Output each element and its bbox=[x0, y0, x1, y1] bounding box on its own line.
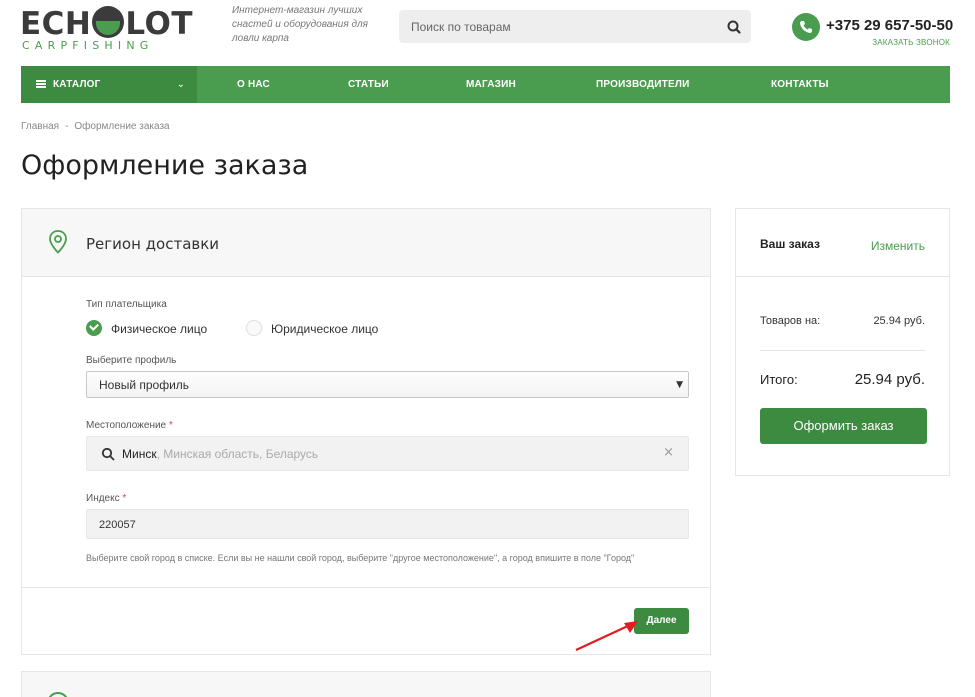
location-field[interactable]: Минск, Минская область, Беларусь × bbox=[86, 436, 689, 471]
next-section-header[interactable] bbox=[21, 671, 711, 697]
page-title: Оформление заказа bbox=[21, 150, 309, 181]
nav-item-manufacturers[interactable]: ПРОИЗВОДИТЕЛИ bbox=[596, 78, 689, 91]
index-field[interactable]: 220057 bbox=[86, 509, 689, 539]
order-summary: Ваш заказ Изменить Товаров на: 25.94 руб… bbox=[735, 208, 950, 476]
red-arrow-annotation bbox=[575, 621, 638, 651]
required-mark: * bbox=[122, 493, 127, 504]
main-nav: КАТАЛОГ ⌄ О НАС СТАТЬИ МАГАЗИН ПРОИЗВОДИ… bbox=[21, 66, 950, 103]
location-hint: Выберите свой город в списке. Если вы не… bbox=[86, 553, 635, 563]
nav-item-contacts[interactable]: КОНТАКТЫ bbox=[771, 78, 829, 91]
radio-individual-label[interactable]: Физическое лицо bbox=[111, 322, 207, 336]
section-title: Регион доставки bbox=[86, 235, 220, 253]
nav-catalog[interactable]: КАТАЛОГ ⌄ bbox=[21, 66, 197, 103]
total-label: Итого: bbox=[760, 372, 798, 387]
profile-select-value: Новый профиль bbox=[99, 378, 190, 392]
goods-value: 25.94 руб. bbox=[873, 315, 925, 327]
divider bbox=[736, 276, 949, 277]
search-input[interactable] bbox=[411, 10, 711, 43]
chevron-down-icon: ⌄ bbox=[176, 79, 185, 90]
required-mark: * bbox=[168, 420, 173, 431]
menu-icon bbox=[36, 80, 46, 88]
callback-link[interactable]: ЗАКАЗАТЬ ЗВОНОК bbox=[872, 38, 950, 48]
phone-icon bbox=[792, 13, 820, 41]
checkout-button[interactable]: Оформить заказ bbox=[760, 408, 927, 444]
index-value: 220057 bbox=[99, 519, 136, 531]
section-header[interactable]: Регион доставки bbox=[22, 209, 710, 277]
logo-wordmark: ECH LOT bbox=[20, 6, 194, 42]
search-icon bbox=[727, 20, 741, 34]
logo-subtext: CARPFISHING bbox=[22, 39, 154, 52]
nav-item-articles[interactable]: СТАТЬИ bbox=[348, 78, 389, 91]
goods-label: Товаров на: bbox=[760, 315, 821, 327]
total-value: 25.94 руб. bbox=[854, 371, 925, 388]
radio-individual[interactable] bbox=[86, 320, 102, 336]
site-logo[interactable]: ECH LOT CARPFISHING bbox=[20, 4, 196, 54]
clear-icon[interactable]: × bbox=[663, 446, 674, 460]
breadcrumb: Главная - Оформление заказа bbox=[21, 121, 170, 133]
next-button[interactable]: Далее bbox=[634, 608, 689, 634]
breadcrumb-current: Оформление заказа bbox=[74, 121, 170, 132]
divider bbox=[760, 350, 926, 351]
divider bbox=[22, 587, 710, 588]
delivery-region-section: Регион доставки Тип плательщика Физическ… bbox=[21, 208, 711, 655]
location-label: Местоположение * bbox=[86, 420, 173, 431]
location-pin-icon bbox=[49, 230, 67, 254]
payer-type-label: Тип плательщика bbox=[86, 299, 167, 310]
summary-title: Ваш заказ bbox=[760, 237, 820, 251]
radio-legal-entity[interactable] bbox=[246, 320, 262, 336]
edit-order-link[interactable]: Изменить bbox=[871, 239, 925, 253]
site-tagline: Интернет-магазин лучших снастей и оборуд… bbox=[232, 5, 368, 44]
phone-number[interactable]: +375 29 657-50-50 bbox=[826, 17, 953, 35]
profile-select[interactable]: Новый профиль ▼ bbox=[86, 371, 689, 398]
search-button[interactable] bbox=[723, 16, 745, 38]
breadcrumb-home[interactable]: Главная bbox=[21, 121, 59, 132]
section-icon bbox=[47, 692, 69, 697]
nav-item-shop[interactable]: МАГАЗИН bbox=[466, 78, 516, 91]
index-label: Индекс * bbox=[86, 493, 127, 504]
breadcrumb-separator: - bbox=[65, 121, 69, 132]
profile-label: Выберите профиль bbox=[86, 355, 177, 366]
nav-item-about[interactable]: О НАС bbox=[237, 78, 270, 91]
logo-emblem-icon bbox=[92, 6, 125, 38]
nav-catalog-label: КАТАЛОГ bbox=[53, 79, 101, 90]
radio-legal-entity-label[interactable]: Юридическое лицо bbox=[271, 322, 378, 336]
search-bar bbox=[399, 10, 751, 43]
search-icon bbox=[101, 447, 115, 461]
location-value: Минск, Минская область, Беларусь bbox=[122, 447, 319, 461]
caret-down-icon: ▼ bbox=[676, 380, 683, 390]
